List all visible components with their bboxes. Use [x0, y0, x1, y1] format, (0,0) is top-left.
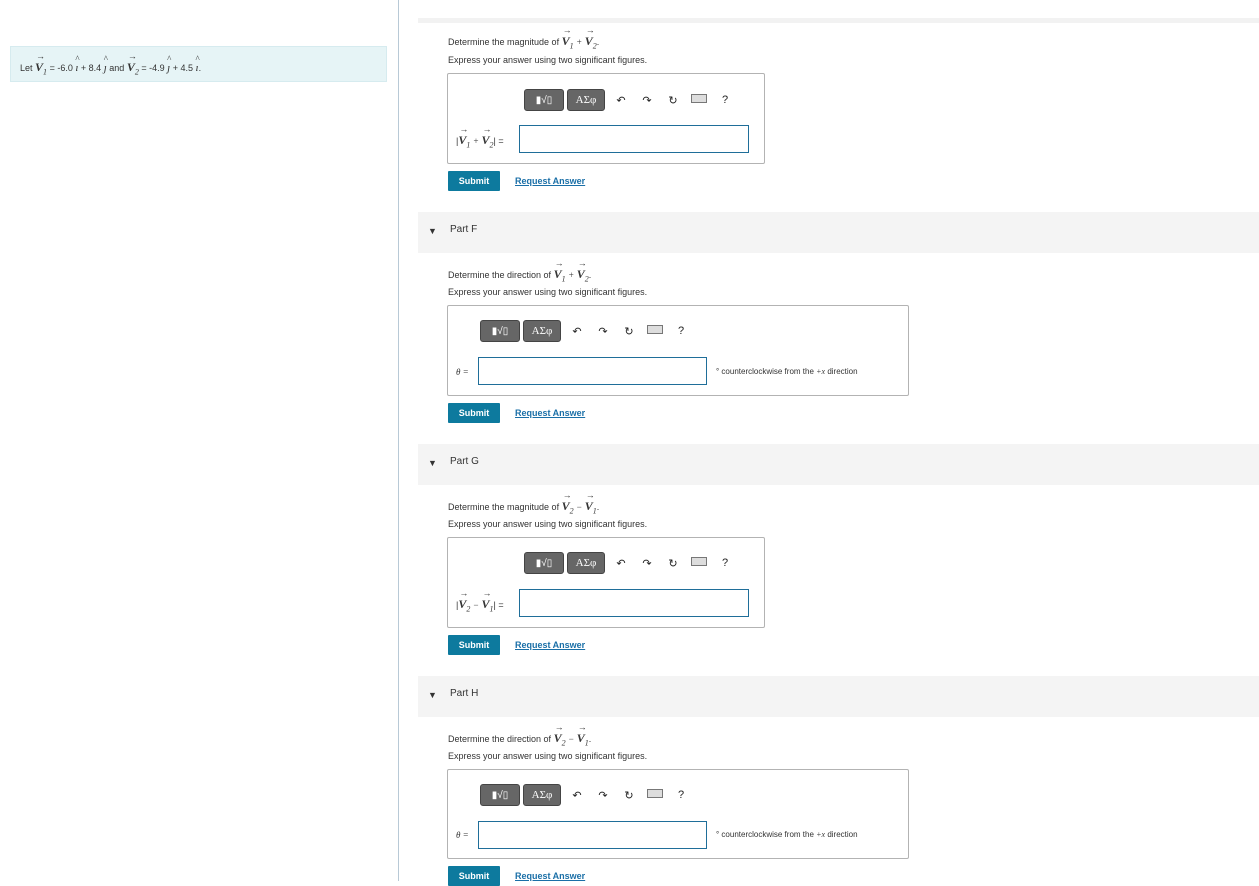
- templates-button[interactable]: ▮√▯: [480, 320, 520, 342]
- problem-prefix: Let: [20, 63, 33, 73]
- part-f-unit-label: ° counterclockwise from the +x direction: [716, 367, 858, 376]
- keyboard-icon[interactable]: [642, 789, 668, 801]
- part-h-prompt: Determine the direction of V2 − V1.: [448, 722, 591, 748]
- greek-symbols-button[interactable]: ΑΣφ: [567, 552, 605, 574]
- math-toolbar: ▮√▯ ΑΣφ ↶ ↷ ↻ ?: [524, 88, 738, 112]
- part-g-header[interactable]: ▼ Part G: [418, 444, 1259, 485]
- vector-v2: V2: [127, 51, 139, 77]
- part-f-theta-label: θ =: [456, 367, 469, 377]
- part-e-header-strip: [418, 18, 1259, 23]
- part-h-title: Part H: [450, 688, 479, 699]
- parts-panel: Determine the magnitude of V1 + V2. Expr…: [399, 0, 1259, 886]
- vector-v1: V1: [35, 51, 47, 77]
- templates-button[interactable]: ▮√▯: [524, 89, 564, 111]
- keyboard-icon[interactable]: [686, 557, 712, 569]
- part-f-answer-box: ▮√▯ ΑΣφ ↶ ↷ ↻ ? θ = ° counterclockwise f…: [447, 305, 909, 396]
- part-f-title: Part F: [450, 224, 478, 235]
- part-f-prompt: Determine the direction of V1 + V2.: [448, 258, 591, 284]
- keyboard-icon[interactable]: [642, 325, 668, 337]
- help-icon[interactable]: ?: [712, 94, 738, 106]
- part-h-header[interactable]: ▼ Part H: [418, 676, 1259, 717]
- greek-symbols-button[interactable]: ΑΣφ: [567, 89, 605, 111]
- keyboard-icon[interactable]: [686, 94, 712, 106]
- undo-icon[interactable]: ↶: [608, 94, 634, 107]
- math-toolbar: ▮√▯ ΑΣφ ↶ ↷ ↻ ?: [524, 551, 738, 575]
- and-text: and: [109, 63, 125, 73]
- i-hat: ı: [75, 54, 79, 74]
- part-e-submit-button[interactable]: Submit: [448, 171, 500, 191]
- i-hat: ı: [196, 54, 200, 74]
- part-g-instructions: Express your answer using two significan…: [448, 519, 648, 529]
- part-f-request-answer-link[interactable]: Request Answer: [515, 408, 585, 418]
- part-h-request-answer-link[interactable]: Request Answer: [515, 871, 585, 881]
- part-g-submit-button[interactable]: Submit: [448, 635, 500, 655]
- part-g-answer-box: ▮√▯ ΑΣφ ↶ ↷ ↻ ? |V2 − V1| =: [447, 537, 765, 628]
- part-h-answer-input[interactable]: [478, 821, 707, 849]
- v1-y-value: + 8.4: [80, 63, 102, 73]
- help-icon[interactable]: ?: [668, 325, 694, 337]
- math-toolbar: ▮√▯ ΑΣφ ↶ ↷ ↻ ?: [480, 319, 694, 343]
- collapse-triangle-icon[interactable]: ▼: [428, 458, 437, 468]
- part-e-answer-label: |V1 + V2| =: [456, 124, 504, 150]
- help-icon[interactable]: ?: [668, 789, 694, 801]
- j-hat: ȷ: [104, 54, 108, 74]
- part-e-prompt: Determine the magnitude of V1 + V2.: [448, 25, 599, 51]
- collapse-triangle-icon[interactable]: ▼: [428, 690, 437, 700]
- part-h-unit-label: ° counterclockwise from the +x direction: [716, 830, 858, 839]
- part-h-theta-label: θ =: [456, 830, 469, 840]
- v1-x-value: = -6.0: [49, 63, 73, 73]
- collapse-triangle-icon[interactable]: ▼: [428, 226, 437, 236]
- part-e-request-answer-link[interactable]: Request Answer: [515, 176, 585, 186]
- greek-symbols-button[interactable]: ΑΣφ: [523, 320, 561, 342]
- greek-symbols-button[interactable]: ΑΣφ: [523, 784, 561, 806]
- part-g-prompt: Determine the magnitude of V2 − V1.: [448, 490, 599, 516]
- v2-y-value: = -4.9: [141, 63, 165, 73]
- part-h-instructions: Express your answer using two significan…: [448, 751, 648, 761]
- part-e-answer-box: ▮√▯ ΑΣφ ↶ ↷ ↻ ? |V1 + V2| =: [447, 73, 765, 164]
- problem-statement: Let V1 = -6.0 ı + 8.4 ȷ and V2 = -4.9 ȷ …: [10, 46, 387, 82]
- math-toolbar: ▮√▯ ΑΣφ ↶ ↷ ↻ ?: [480, 783, 694, 807]
- redo-icon[interactable]: ↷: [634, 557, 660, 570]
- part-g-answer-label: |V2 − V1| =: [456, 588, 504, 614]
- j-hat: ȷ: [167, 54, 171, 74]
- undo-icon[interactable]: ↶: [608, 557, 634, 570]
- undo-icon[interactable]: ↶: [564, 789, 590, 802]
- reset-icon[interactable]: ↻: [660, 557, 686, 570]
- redo-icon[interactable]: ↷: [590, 325, 616, 338]
- part-e-instructions: Express your answer using two significan…: [448, 55, 648, 65]
- help-icon[interactable]: ?: [712, 557, 738, 569]
- part-g-request-answer-link[interactable]: Request Answer: [515, 640, 585, 650]
- part-f-instructions: Express your answer using two significan…: [448, 287, 648, 297]
- part-f-answer-input[interactable]: [478, 357, 707, 385]
- redo-icon[interactable]: ↷: [634, 94, 660, 107]
- part-h-answer-box: ▮√▯ ΑΣφ ↶ ↷ ↻ ? θ = ° counterclockwise f…: [447, 769, 909, 859]
- reset-icon[interactable]: ↻: [616, 325, 642, 338]
- part-f-submit-button[interactable]: Submit: [448, 403, 500, 423]
- problem-panel: Let V1 = -6.0 ı + 8.4 ȷ and V2 = -4.9 ȷ …: [0, 0, 399, 881]
- part-h-submit-button[interactable]: Submit: [448, 866, 500, 886]
- part-g-title: Part G: [450, 456, 479, 467]
- reset-icon[interactable]: ↻: [616, 789, 642, 802]
- templates-button[interactable]: ▮√▯: [480, 784, 520, 806]
- templates-button[interactable]: ▮√▯: [524, 552, 564, 574]
- v2-x-value: + 4.5: [172, 63, 194, 73]
- problem-text: Let V1 = -6.0 ı + 8.4 ȷ and V2 = -4.9 ȷ …: [20, 51, 201, 77]
- part-e-answer-input[interactable]: [519, 125, 749, 153]
- part-g-answer-input[interactable]: [519, 589, 749, 617]
- undo-icon[interactable]: ↶: [564, 325, 590, 338]
- reset-icon[interactable]: ↻: [660, 94, 686, 107]
- part-f-header[interactable]: ▼ Part F: [418, 212, 1259, 253]
- redo-icon[interactable]: ↷: [590, 789, 616, 802]
